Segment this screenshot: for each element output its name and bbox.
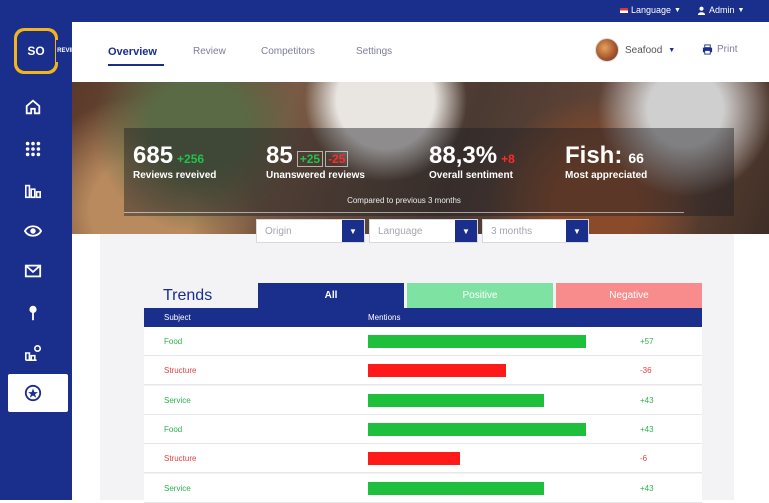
language-value: Language — [378, 225, 423, 237]
grid-icon[interactable] — [22, 138, 44, 160]
active-tab-underline — [108, 64, 164, 66]
mentions-bar — [368, 422, 586, 436]
row-subject: Food — [164, 337, 183, 346]
caret-down-icon: ▼ — [737, 6, 745, 14]
reviews-count: 685 — [133, 142, 174, 169]
stat-unanswered: 85 +25 -25 Unanswered reviews — [266, 142, 365, 181]
caret-down-icon: ▼ — [668, 46, 676, 54]
bar-chart-icon[interactable] — [22, 180, 44, 202]
unanswered-delta-up: +25 — [296, 151, 324, 167]
pin-icon[interactable] — [22, 302, 44, 324]
row-subject: Structure — [164, 366, 197, 376]
language-menu[interactable]: Language ▼ — [620, 5, 681, 15]
home-icon[interactable] — [22, 96, 44, 118]
tab-review[interactable]: Review — [193, 46, 226, 57]
tab-competitors[interactable]: Competitors — [261, 46, 315, 57]
segment-negative[interactable]: Negative — [556, 283, 702, 308]
restaurant-avatar — [595, 38, 619, 62]
sidebar: SO REVIEW — [0, 22, 82, 500]
table-row[interactable]: Structure -36 — [144, 356, 702, 386]
row-value: +57 — [640, 337, 654, 346]
star-badge-icon[interactable] — [22, 382, 44, 404]
top-utility-bar: Language ▼ Admin ▼ — [0, 0, 769, 22]
period-value: 3 months — [491, 225, 533, 237]
logo-text: SO — [27, 44, 45, 58]
origin-select[interactable]: Origin ▼ — [256, 219, 365, 243]
table-row[interactable]: Service +43 — [144, 385, 702, 415]
language-label: Language — [631, 5, 672, 15]
reviews-caption: Reviews reveived — [133, 170, 217, 181]
printer-icon — [702, 44, 713, 55]
row-value: -36 — [640, 366, 652, 376]
reviews-delta: +256 — [177, 152, 205, 166]
period-select[interactable]: 3 months ▼ — [482, 219, 589, 243]
tab-settings[interactable]: Settings — [356, 46, 392, 57]
stat-reviews: 685 +256 Reviews reveived — [133, 142, 216, 181]
stats-search-icon[interactable] — [22, 342, 44, 364]
sentiment-caption: Overall sentiment — [429, 170, 513, 181]
restaurant-selector[interactable]: Seafood ▼ — [595, 38, 675, 62]
table-row[interactable]: Service +43 — [144, 473, 702, 503]
row-subject: Food — [164, 424, 183, 434]
chevron-down-icon: ▼ — [566, 220, 588, 242]
user-icon — [697, 6, 706, 15]
mail-icon[interactable] — [22, 260, 44, 282]
stat-sentiment: 88,3% +8 Overall sentiment — [429, 142, 515, 181]
segment-positive[interactable]: Positive — [407, 283, 553, 308]
table-row[interactable]: Structure -6 — [144, 444, 702, 474]
flag-icon — [620, 7, 628, 13]
eye-icon[interactable] — [22, 220, 44, 242]
sentiment-value: 88,3% — [429, 142, 498, 169]
unanswered-count: 85 — [266, 142, 293, 169]
row-value: +43 — [640, 483, 654, 493]
unanswered-caption: Unanswered reviews — [266, 170, 365, 181]
mentions-bar — [368, 452, 460, 466]
mentions-bar — [368, 364, 506, 378]
print-label: Print — [717, 44, 738, 55]
print-button[interactable]: Print — [702, 44, 738, 55]
trends-table-header: Subject Mentions — [144, 308, 702, 327]
unanswered-delta-down: -25 — [325, 151, 349, 167]
mentions-bar — [368, 481, 544, 495]
app-logo[interactable]: SO — [14, 28, 58, 74]
chevron-down-icon: ▼ — [455, 220, 477, 242]
segment-all[interactable]: All — [258, 283, 404, 308]
appreciated-caption: Most appreciated — [565, 170, 648, 181]
caret-down-icon: ▼ — [674, 6, 681, 14]
appreciated-item: Fish: — [565, 142, 623, 169]
main-nav: Overview Review Competitors Settings Sea… — [72, 22, 769, 82]
language-select[interactable]: Language ▼ — [369, 219, 478, 243]
restaurant-name: Seafood — [625, 44, 663, 56]
row-value: -6 — [640, 454, 648, 464]
compared-note: Compared to previous 3 months — [347, 196, 461, 205]
admin-label: Admin — [709, 5, 735, 15]
column-mentions: Mentions — [368, 313, 401, 322]
row-value: +43 — [640, 424, 654, 434]
sentiment-delta: +8 — [501, 152, 515, 166]
row-subject: Structure — [164, 454, 197, 464]
column-subject: Subject — [164, 313, 191, 322]
row-subject: Service — [164, 395, 191, 405]
admin-menu[interactable]: Admin ▼ — [697, 5, 744, 15]
mentions-bar — [368, 335, 586, 348]
origin-value: Origin — [265, 225, 292, 237]
chevron-down-icon: ▼ — [342, 220, 364, 242]
row-subject: Service — [164, 483, 191, 493]
table-row[interactable]: Food +43 — [144, 414, 702, 444]
stats-divider — [124, 212, 684, 213]
tab-overview[interactable]: Overview — [108, 46, 157, 58]
stat-appreciated: Fish: 66 Most appreciated — [565, 142, 647, 181]
mentions-bar — [368, 393, 544, 407]
appreciated-count: 66 — [628, 150, 644, 166]
trends-title: Trends — [163, 287, 213, 304]
table-row[interactable]: Food +57 — [144, 327, 702, 356]
row-value: +43 — [640, 395, 654, 405]
